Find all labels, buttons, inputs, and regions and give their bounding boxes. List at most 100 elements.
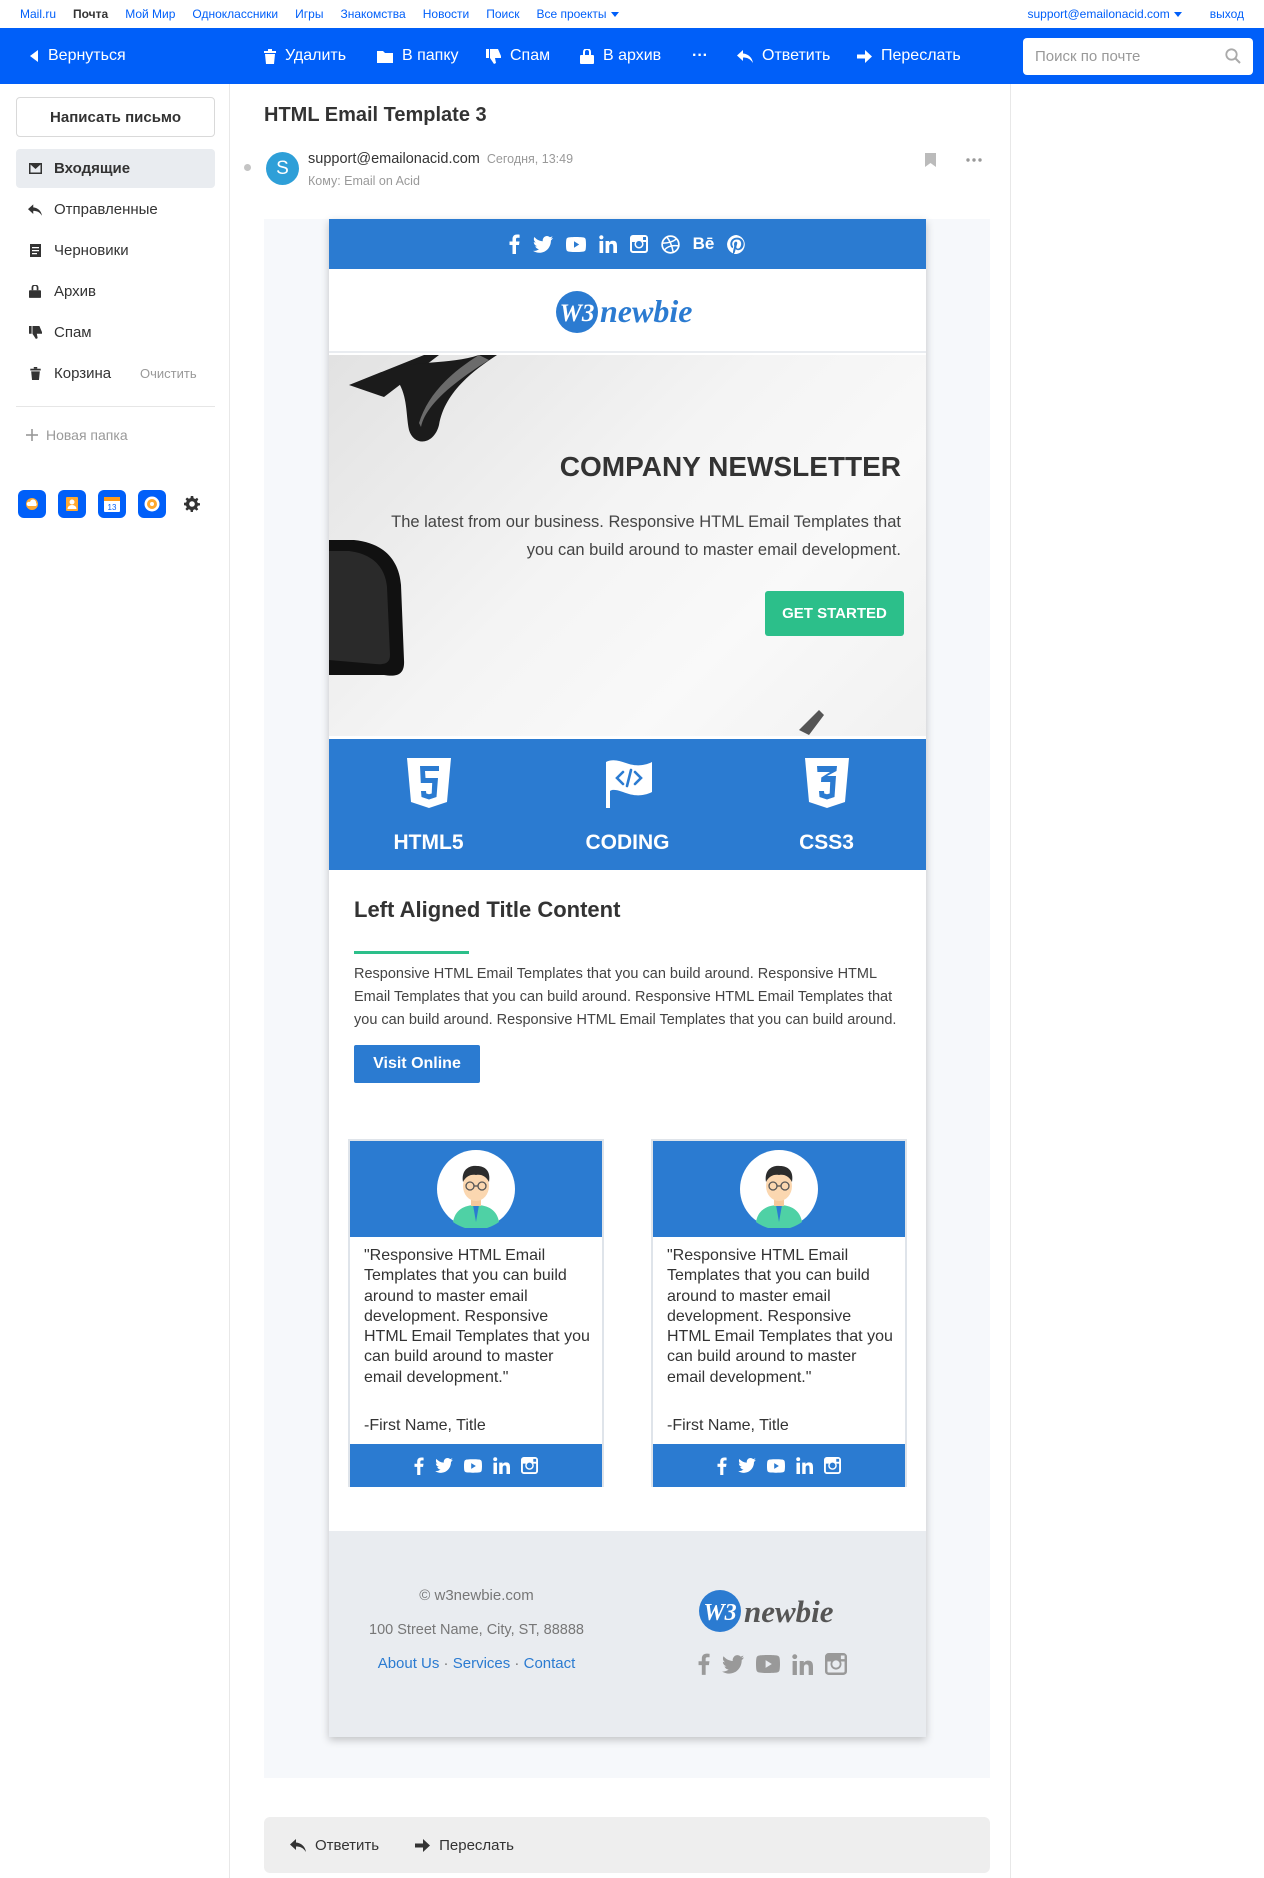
sidebar-item-drafts[interactable]: Черновики xyxy=(16,231,215,270)
archive-icon xyxy=(580,48,594,64)
dribbble-icon[interactable] xyxy=(660,234,680,254)
contacts-icon[interactable] xyxy=(58,490,86,518)
instagram-icon[interactable] xyxy=(521,1457,538,1474)
calendar-day: 13 xyxy=(108,503,117,512)
facebook-icon[interactable] xyxy=(414,1456,424,1475)
portal-link-mail[interactable]: Почта xyxy=(73,7,108,21)
portal-link-my-world[interactable]: Мой Мир xyxy=(125,7,175,21)
footer-copyright: © w3newbie.com xyxy=(419,1587,534,1604)
testimonial-header xyxy=(350,1141,602,1237)
facebook-icon[interactable] xyxy=(698,1653,710,1675)
services-link[interactable]: Services xyxy=(453,1655,511,1672)
quick-forward-button[interactable]: Переслать xyxy=(415,1837,514,1854)
about-us-link[interactable]: About Us xyxy=(378,1655,440,1672)
portal-link-ok[interactable]: Одноклассники xyxy=(192,7,278,21)
linkedin-icon[interactable] xyxy=(792,1653,813,1675)
linkedin-icon[interactable] xyxy=(796,1457,813,1474)
archive-button[interactable]: В архив xyxy=(580,28,661,84)
empty-trash-link[interactable]: Очистить xyxy=(140,366,197,381)
compose-button[interactable]: Написать письмо xyxy=(16,97,215,137)
back-arrow-icon xyxy=(30,50,38,62)
linkedin-icon[interactable] xyxy=(598,235,617,253)
delete-button[interactable]: Удалить xyxy=(264,28,346,84)
code-flag-icon xyxy=(605,760,652,808)
instagram-icon[interactable] xyxy=(825,1653,847,1675)
bookmark-icon[interactable] xyxy=(925,153,936,167)
reply-button[interactable]: Ответить xyxy=(737,28,830,84)
testimonial-social-bar xyxy=(653,1444,905,1487)
facebook-icon[interactable] xyxy=(717,1456,727,1475)
sidebar-item-spam[interactable]: Спам xyxy=(16,313,215,352)
portal-account: support@emailonacid.com выход xyxy=(1027,0,1244,28)
testimonial-signature: -First Name, Title xyxy=(364,1417,486,1434)
w3newbie-logo[interactable]: W3 newbie xyxy=(698,1585,858,1637)
behance-icon[interactable]: Bē xyxy=(693,234,715,254)
portal-link-games[interactable]: Игры xyxy=(295,7,323,21)
move-to-folder-button[interactable]: В папку xyxy=(377,28,459,84)
hero-text: The latest from our business. Responsive… xyxy=(391,513,901,559)
avatar xyxy=(740,1150,818,1228)
portal-link-mailru[interactable]: Mail.ru xyxy=(20,7,56,21)
recipient-line: Кому: Email on Acid xyxy=(308,174,420,188)
read-status-dot[interactable] xyxy=(244,164,251,171)
instagram-icon[interactable] xyxy=(629,235,648,253)
logo-prefix: W3 xyxy=(703,1600,736,1626)
twitter-icon[interactable] xyxy=(738,1458,756,1473)
sidebar-item-archive[interactable]: Архив xyxy=(16,272,215,311)
pinterest-icon[interactable] xyxy=(727,234,746,254)
calendar-icon[interactable]: 13 xyxy=(98,490,126,518)
settings-icon[interactable] xyxy=(178,490,206,518)
archive-label: В архив xyxy=(603,47,662,64)
portal-links: Mail.ru Почта Мой Мир Одноклассники Игры… xyxy=(0,7,619,21)
youtube-icon[interactable] xyxy=(767,1458,785,1473)
contact-link[interactable]: Contact xyxy=(524,1655,576,1672)
spam-button[interactable]: Спам xyxy=(486,28,550,84)
back-button[interactable]: Вернуться xyxy=(30,28,126,84)
twitter-icon[interactable] xyxy=(532,235,553,253)
reply-label: Ответить xyxy=(315,1836,380,1854)
trash-icon xyxy=(28,367,42,380)
w3newbie-logo[interactable]: W3 newbie xyxy=(553,284,703,336)
sender-email[interactable]: support@emailonacid.com xyxy=(308,151,480,167)
logo-prefix: W3 xyxy=(559,300,594,327)
sent-icon xyxy=(28,203,42,216)
portal-link-news[interactable]: Новости xyxy=(423,7,469,21)
folder-label: Входящие xyxy=(54,160,131,177)
cloud-icon[interactable] xyxy=(18,490,46,518)
content-title: Left Aligned Title Content xyxy=(354,897,621,922)
search-input[interactable] xyxy=(1035,48,1215,65)
sender-avatar[interactable]: S xyxy=(266,152,299,185)
twitter-icon[interactable] xyxy=(435,1458,453,1473)
sidebar-item-trash[interactable]: Корзина Очистить xyxy=(16,354,215,393)
logout-link[interactable]: выход xyxy=(1210,7,1244,21)
games-icon[interactable] xyxy=(138,490,166,518)
quick-reply-button[interactable]: Ответить xyxy=(290,1837,379,1854)
feature-label: CSS3 xyxy=(799,831,854,854)
chevron-down-icon xyxy=(1173,12,1182,18)
reply-icon xyxy=(290,1838,306,1852)
back-label: Вернуться xyxy=(48,47,126,64)
portal-link-all-projects[interactable]: Все проекты xyxy=(536,7,619,21)
youtube-icon[interactable] xyxy=(565,236,586,252)
twitter-icon[interactable] xyxy=(722,1654,744,1674)
visit-online-button[interactable]: Visit Online xyxy=(354,1045,480,1083)
linkedin-icon[interactable] xyxy=(493,1457,510,1474)
facebook-icon[interactable] xyxy=(509,234,520,254)
get-started-button[interactable]: GET STARTED xyxy=(765,591,904,636)
account-menu[interactable]: support@emailonacid.com xyxy=(1027,7,1182,21)
youtube-icon[interactable] xyxy=(464,1458,482,1473)
forward-arrow-icon xyxy=(857,49,872,63)
new-folder-button[interactable]: Новая папка xyxy=(26,427,128,443)
sidebar-item-sent[interactable]: Отправленные xyxy=(16,190,215,229)
portal-link-search[interactable]: Поиск xyxy=(486,7,519,21)
portal-link-dating[interactable]: Знакомства xyxy=(340,7,405,21)
archive-icon xyxy=(28,285,42,298)
youtube-icon[interactable] xyxy=(756,1655,780,1673)
message-time: Сегодня, 13:49 xyxy=(486,152,574,166)
forward-button[interactable]: Переслать xyxy=(857,28,961,84)
sidebar-item-inbox[interactable]: Входящие xyxy=(16,149,215,188)
instagram-icon[interactable] xyxy=(824,1457,841,1474)
more-actions-button[interactable]: ··· xyxy=(692,28,708,84)
more-dots-icon[interactable] xyxy=(966,158,982,162)
search-icon[interactable] xyxy=(1225,48,1241,64)
